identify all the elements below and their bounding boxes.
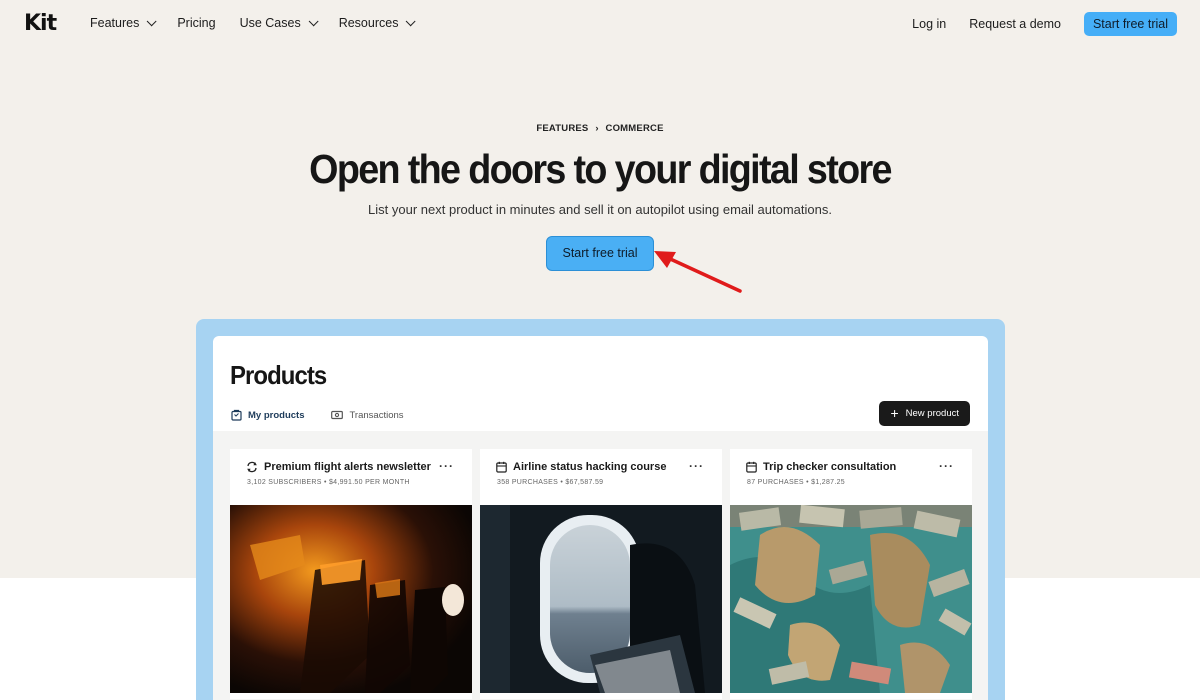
card-title-text: Airline status hacking course bbox=[513, 461, 667, 473]
card-title-text: Trip checker consultation bbox=[763, 461, 897, 473]
more-options-icon[interactable]: ··· bbox=[939, 459, 954, 473]
tab-transactions-label: Transactions bbox=[349, 409, 404, 421]
products-title: Products bbox=[230, 360, 327, 390]
airplane-window-photo bbox=[480, 505, 722, 693]
recurring-icon bbox=[247, 461, 257, 473]
plus-icon: + bbox=[890, 405, 899, 421]
tab-my-products-label: My products bbox=[248, 409, 305, 421]
card-meta: 358 PURCHASES • $67,587.59 bbox=[497, 479, 604, 486]
card-title-text: Premium flight alerts newsletter bbox=[264, 461, 431, 473]
breadcrumb-commerce: COMMERCE bbox=[605, 123, 664, 134]
card-header: Trip checker consultation 87 PURCHASES •… bbox=[730, 449, 972, 506]
nav-links: Features Pricing Use Cases Resources bbox=[90, 15, 436, 30]
product-card[interactable]: Trip checker consultation 87 PURCHASES •… bbox=[730, 449, 972, 699]
product-card[interactable]: Premium flight alerts newsletter 3,102 S… bbox=[230, 449, 472, 699]
nav-pricing[interactable]: Pricing bbox=[177, 16, 215, 30]
chevron-down-icon bbox=[406, 15, 417, 26]
cash-icon bbox=[331, 410, 344, 420]
breadcrumb-separator: › bbox=[595, 123, 599, 134]
page-title: Open the doors to your digital store bbox=[309, 146, 892, 192]
page-subtitle: List your next product in minutes and se… bbox=[368, 202, 832, 217]
products-tabs: My products Transactions bbox=[231, 409, 431, 421]
products-panel: Products My products Transactions + New … bbox=[213, 336, 988, 700]
top-nav: Kit Features Pricing Use Cases Resources… bbox=[0, 0, 1200, 48]
calendar-icon bbox=[746, 461, 757, 473]
chevron-down-icon bbox=[147, 15, 157, 26]
tab-my-products[interactable]: My products bbox=[231, 409, 304, 421]
nav-start-trial-button[interactable]: Start free trial bbox=[1083, 12, 1177, 36]
chevron-down-icon bbox=[308, 15, 319, 26]
request-demo-link[interactable]: Request a demo bbox=[969, 17, 1061, 31]
card-meta: 87 PURCHASES • $1,287.25 bbox=[747, 479, 845, 486]
bag-icon bbox=[231, 409, 242, 421]
nav-resources-label: Resources bbox=[338, 16, 399, 30]
nav-pricing-label: Pricing bbox=[177, 16, 216, 30]
more-options-icon[interactable]: ··· bbox=[689, 459, 704, 473]
nav-use-cases-label: Use Cases bbox=[239, 16, 301, 30]
airplane-cabin-photo bbox=[230, 505, 472, 693]
nav-features[interactable]: Features bbox=[90, 15, 157, 30]
card-header: Airline status hacking course 358 PURCHA… bbox=[480, 449, 722, 506]
breadcrumb-features[interactable]: FEATURES bbox=[536, 123, 588, 134]
hero-start-trial-button[interactable]: Start free trial bbox=[546, 236, 654, 271]
nav-resources[interactable]: Resources bbox=[338, 15, 417, 30]
calendar-icon bbox=[496, 461, 507, 473]
nav-actions: Log in Request a demo Start free trial bbox=[912, 12, 1177, 36]
card-meta: 3,102 SUBSCRIBERS • $4,991.50 PER MONTH bbox=[247, 479, 410, 486]
nav-use-cases[interactable]: Use Cases bbox=[239, 15, 319, 30]
money-map-photo bbox=[730, 505, 972, 693]
login-link[interactable]: Log in bbox=[912, 17, 946, 31]
new-product-label: New product bbox=[905, 408, 959, 419]
nav-features-label: Features bbox=[90, 16, 140, 30]
more-options-icon[interactable]: ··· bbox=[439, 459, 454, 473]
kit-logo[interactable]: Kit bbox=[24, 11, 57, 36]
annotation-arrow-icon bbox=[654, 251, 742, 293]
breadcrumb: FEATURES › COMMERCE bbox=[0, 123, 1200, 134]
product-card[interactable]: Airline status hacking course 358 PURCHA… bbox=[480, 449, 722, 699]
card-header: Premium flight alerts newsletter 3,102 S… bbox=[230, 449, 472, 506]
tab-transactions[interactable]: Transactions bbox=[331, 409, 404, 421]
new-product-button[interactable]: + New product bbox=[879, 401, 970, 426]
